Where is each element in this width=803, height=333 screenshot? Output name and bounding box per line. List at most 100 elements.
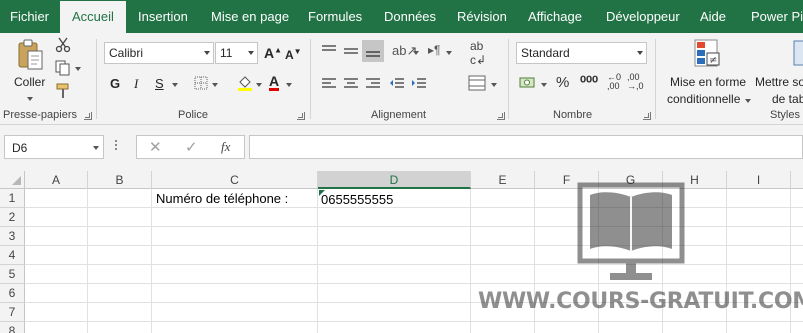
number-format-select[interactable]: Standard — [516, 42, 647, 64]
copy-icon[interactable] — [55, 60, 71, 76]
row-header-7[interactable]: 7 — [0, 303, 25, 322]
chevron-down-icon — [446, 51, 452, 55]
row-header-1[interactable]: 1 — [0, 189, 25, 208]
column-header-a[interactable]: A — [25, 171, 88, 189]
comma-style-icon[interactable]: ⁰⁰⁰ — [580, 73, 598, 91]
increase-indent-icon[interactable] — [411, 77, 427, 91]
tab-formules[interactable]: Formules — [308, 0, 362, 33]
align-middle-icon[interactable] — [343, 44, 359, 58]
paste-button[interactable]: Coller — [10, 37, 50, 101]
tab-accueil[interactable]: Accueil — [60, 1, 126, 33]
row-header-2[interactable]: 2 — [0, 208, 25, 227]
group-label-font: Police — [178, 109, 208, 121]
gridline — [25, 207, 803, 208]
select-all-button[interactable] — [0, 171, 25, 189]
formula-input[interactable] — [249, 135, 803, 159]
tab-insertion[interactable]: Insertion — [138, 0, 188, 33]
column-header-e[interactable]: E — [471, 171, 535, 189]
gridline — [534, 189, 535, 333]
tab-aide[interactable]: Aide — [700, 0, 726, 33]
bold-button[interactable]: G — [110, 76, 120, 91]
column-header-c[interactable]: C — [152, 171, 318, 189]
italic-button[interactable]: I — [134, 76, 138, 92]
enter-icon[interactable]: ✓ — [185, 138, 198, 156]
gridline — [25, 302, 803, 303]
fill-color-icon[interactable] — [237, 74, 253, 92]
merge-center-icon[interactable] — [468, 75, 486, 91]
column-header-d[interactable]: D — [318, 171, 471, 189]
row-header-4[interactable]: 4 — [0, 246, 25, 265]
group-label-alignment: Alignement — [371, 109, 427, 121]
text-direction-icon[interactable]: ▸¶ — [428, 43, 440, 57]
accounting-format-icon[interactable] — [519, 75, 537, 91]
row-header-8[interactable]: 8 — [0, 322, 25, 333]
row-header-6[interactable]: 6 — [0, 284, 25, 303]
decrease-indent-icon[interactable] — [389, 77, 405, 91]
tab-mise-en-page[interactable]: Mise en page — [211, 0, 289, 33]
group-label-number: Nombre — [553, 109, 593, 121]
insert-function-button[interactable]: fx — [221, 139, 230, 155]
name-box[interactable]: D6 — [4, 135, 104, 159]
font-name-select[interactable]: Calibri — [104, 42, 214, 64]
tab-affichage[interactable]: Affichage — [528, 0, 582, 33]
column-header-j[interactable] — [791, 171, 803, 189]
column-header-i[interactable]: I — [727, 171, 791, 189]
column-header-g[interactable]: G — [599, 171, 663, 189]
svg-text:≠: ≠ — [709, 55, 717, 66]
row-header-5[interactable]: 5 — [0, 265, 25, 284]
gridline — [790, 189, 791, 333]
worksheet-grid[interactable]: A B C D E F G H I 1 2 3 4 5 6 7 8 Numéro… — [0, 171, 803, 333]
decrease-font-size-icon[interactable]: A▼ — [285, 47, 302, 62]
conditional-formatting-icon: ≠ — [694, 39, 720, 67]
percent-style-icon[interactable]: % — [556, 74, 569, 91]
number-format-value: Standard — [521, 46, 570, 60]
decrease-decimal-icon[interactable]: ,00 →,0 — [627, 73, 644, 91]
chevron-down-icon — [27, 97, 33, 101]
column-header-h[interactable]: H — [663, 171, 727, 189]
cut-icon[interactable] — [55, 37, 71, 53]
format-as-table-button[interactable]: Mettre so de tab — [755, 37, 803, 107]
column-header-b[interactable]: B — [88, 171, 152, 189]
number-launcher-icon[interactable] — [643, 112, 651, 120]
cancel-icon[interactable]: ✕ — [149, 138, 162, 156]
format-as-table-label-2: de tab — [772, 92, 803, 106]
font-size-select[interactable]: 11 — [215, 42, 258, 64]
gridline — [87, 189, 88, 333]
tab-fichier[interactable]: Fichier — [10, 0, 49, 33]
cell-c1[interactable]: Numéro de téléphone : — [156, 189, 288, 208]
alignment-launcher-icon[interactable] — [497, 112, 505, 120]
paste-label: Coller — [14, 75, 46, 89]
increase-decimal-icon[interactable]: ←0,00 — [607, 73, 621, 91]
tab-revision[interactable]: Révision — [457, 0, 507, 33]
tab-power-pivot[interactable]: Power Piv — [751, 0, 803, 33]
align-right-icon[interactable] — [365, 77, 381, 91]
conditional-formatting-button[interactable]: ≠ Mise en forme conditionnelle — [662, 37, 752, 107]
clipboard-launcher-icon[interactable] — [84, 112, 92, 120]
underline-button[interactable]: S — [155, 76, 164, 91]
tab-donnees[interactable]: Données — [384, 0, 436, 33]
cell-d1[interactable]: 0655555555 — [321, 190, 393, 209]
align-bottom-button[interactable] — [362, 40, 384, 62]
paste-icon — [18, 39, 43, 70]
align-top-icon[interactable] — [321, 44, 337, 58]
format-painter-icon[interactable] — [55, 83, 71, 99]
gridline — [25, 226, 803, 227]
increase-font-size-icon[interactable]: A▲ — [264, 45, 282, 61]
column-header-f[interactable]: F — [535, 171, 599, 189]
gridline — [25, 264, 803, 265]
group-separator — [508, 39, 509, 119]
gridline — [25, 321, 803, 322]
row-header-3[interactable]: 3 — [0, 227, 25, 246]
tab-developpeur[interactable]: Développeur — [606, 0, 680, 33]
borders-icon[interactable] — [194, 76, 208, 90]
font-launcher-icon[interactable] — [297, 112, 305, 120]
format-as-table-icon — [793, 40, 803, 66]
wrap-text-icon[interactable]: ab c↲ — [470, 39, 486, 67]
gridline — [151, 189, 152, 333]
align-center-icon[interactable] — [343, 77, 359, 91]
gridline — [726, 189, 727, 333]
font-color-icon[interactable]: A — [269, 74, 280, 91]
formula-bar-resize-handle[interactable] — [115, 140, 118, 154]
font-name-value: Calibri — [109, 46, 144, 60]
align-left-icon[interactable] — [321, 77, 337, 91]
